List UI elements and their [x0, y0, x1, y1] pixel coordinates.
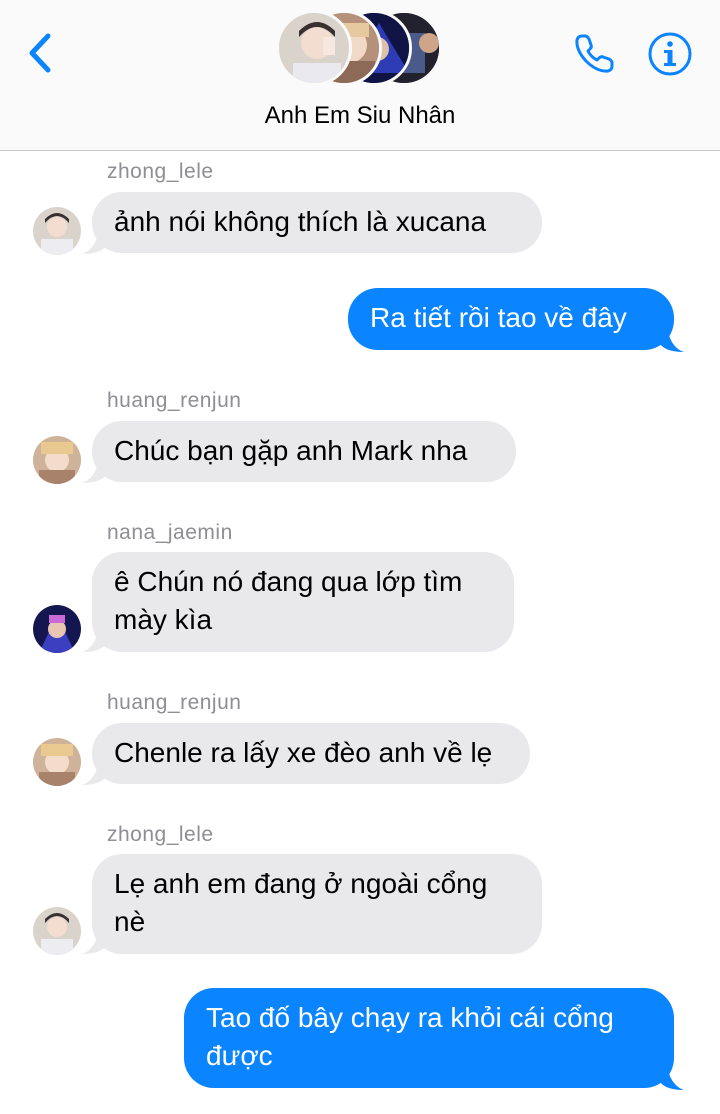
message-bubble-incoming[interactable]: ảnh nói không thích là xucana — [92, 192, 542, 253]
message-line: Lẹ anh em đang ở ngoài cổng — [114, 868, 488, 899]
group-name[interactable]: Anh Em Siu Nhân — [0, 102, 720, 130]
avatar-zhong-lele[interactable] — [33, 907, 81, 955]
avatar-huang-renjun[interactable] — [33, 436, 81, 484]
back-chevron-icon[interactable] — [22, 28, 62, 78]
group-avatars[interactable] — [276, 10, 446, 90]
group-avatar-1 — [276, 10, 352, 86]
avatar-huang-renjun[interactable] — [33, 738, 81, 786]
message-bubble-incoming[interactable]: Chúc bạn gặp anh Mark nha — [92, 421, 516, 482]
message-bubble-outgoing[interactable]: Tao đố bây chạy ra khỏi cái cổng được — [184, 988, 674, 1088]
sender-name: nana_jaemin — [107, 521, 233, 544]
sender-name: zhong_lele — [107, 823, 214, 846]
message-bubble-incoming[interactable]: Chenle ra lấy xe đèo anh về lẹ — [92, 723, 530, 784]
chat-header: Anh Em Siu Nhân — [0, 0, 720, 151]
sender-name: huang_renjun — [107, 389, 242, 412]
message-bubble-outgoing[interactable]: Ra tiết rồi tao về đây — [348, 288, 674, 350]
message-line: ê Chún nó đang qua lớp tìm — [114, 566, 463, 597]
avatar-zhong-lele[interactable] — [33, 207, 81, 255]
phone-icon[interactable] — [570, 30, 618, 78]
sender-name: zhong_lele — [107, 160, 214, 183]
message-line: nè — [114, 906, 146, 937]
message-bubble-incoming[interactable]: Lẹ anh em đang ở ngoài cổng nè — [92, 854, 542, 954]
message-line: mày kìa — [114, 604, 213, 635]
info-icon[interactable] — [646, 30, 694, 78]
message-line: được — [206, 1040, 273, 1071]
message-bubble-incoming[interactable]: ê Chún nó đang qua lớp tìm mày kìa — [92, 552, 514, 652]
message-line: Tao đố bây chạy ra khỏi cái cổng — [206, 1002, 614, 1033]
sender-name: huang_renjun — [107, 691, 242, 714]
avatar-nana-jaemin[interactable] — [33, 605, 81, 653]
